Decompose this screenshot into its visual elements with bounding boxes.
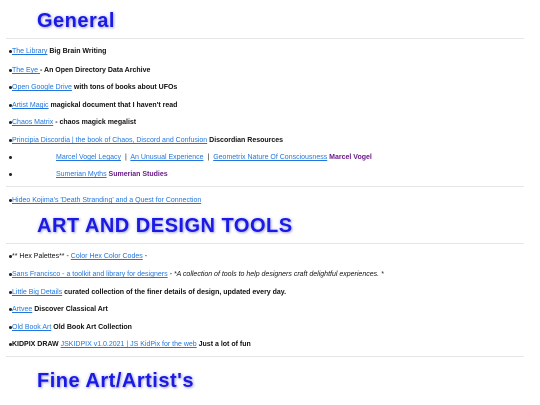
link-death-stranding[interactable]: Hideo Kojima's 'Death Stranding' and a Q…: [12, 197, 201, 204]
list-item: The Eye - An Open Directory Data Archive: [8, 66, 151, 75]
item-description: Discordian Resources: [209, 137, 284, 144]
link-color-hex[interactable]: Color Hex Color Codes: [71, 253, 143, 260]
list-item: Principia Discordia | the book of Chaos,…: [8, 136, 284, 145]
item-description: - chaos magick megalist: [55, 119, 137, 126]
link-open-google-drive[interactable]: Open Google Drive: [12, 84, 72, 91]
link-the-library[interactable]: The Library: [12, 48, 47, 55]
divider: [6, 186, 524, 187]
link-unusual-experience[interactable]: An Unusual Experience: [130, 154, 203, 161]
divider: [6, 38, 524, 39]
link-marcel-vogel-legacy[interactable]: Marcel Vogel Legacy: [56, 154, 121, 161]
item-description: - An Open Directory Data Archive: [40, 67, 151, 74]
link-geometrix[interactable]: Geometrix Nature Of Consciousness: [213, 154, 327, 161]
list-item: Sans Francisco - a toolkit and library f…: [9, 270, 384, 279]
item-description: Just a lot of fun: [198, 341, 251, 348]
divider: [6, 356, 524, 357]
link-little-big-details[interactable]: Little Big Details: [12, 289, 62, 296]
list-item: Hideo Kojima's 'Death Stranding' and a Q…: [8, 196, 201, 205]
item-description: - *A collection of tools to help designe…: [169, 271, 384, 278]
link-artist-magic[interactable]: Artist Magic: [12, 102, 49, 109]
item-prefix: ** Hex Palettes** -: [12, 253, 69, 260]
item-description: magickal document that I haven't read: [50, 102, 178, 109]
section-title-fine-art: Fine Art/Artist's: [37, 370, 194, 392]
list-item: Artvee Discover Classical Art: [9, 305, 108, 314]
list-item: Open Google Drive with tons of books abo…: [8, 83, 178, 92]
list-item: Artist Magic magickal document that I ha…: [8, 101, 178, 110]
list-item: The Library Big Brain Writing: [8, 47, 107, 56]
item-description: Big Brain Writing: [49, 48, 107, 55]
link-principia-discordia[interactable]: Principia Discordia | the book of Chaos,…: [12, 137, 207, 144]
separator: |: [207, 154, 210, 161]
link-old-book-art[interactable]: Old Book Art: [12, 324, 51, 331]
link-jskidpix[interactable]: JSKIDPIX v1.0.2021 | JS KidPix for the w…: [61, 341, 197, 348]
link-artvee[interactable]: Artvee: [12, 306, 32, 313]
divider: [6, 243, 524, 244]
list-item: Marcel Vogel Legacy | An Unusual Experie…: [9, 153, 372, 162]
section-title-art-design-tools: ART AND DESIGN TOOLS: [37, 215, 293, 237]
list-item: Little Big Details curated collection of…: [8, 288, 287, 297]
separator: |: [124, 154, 127, 161]
link-the-eye[interactable]: The Eye: [12, 67, 40, 74]
link-chaos-matrix[interactable]: Chaos Matrix: [12, 119, 53, 126]
list-item: KIDPIX DRAW JSKIDPIX v1.0.2021 | JS KidP…: [9, 340, 251, 349]
item-description: curated collection of the finer details …: [64, 289, 287, 296]
list-item: Old Book Art Old Book Art Collection: [9, 323, 132, 332]
item-description: Old Book Art Collection: [53, 324, 132, 331]
item-description: with tons of books about UFOs: [73, 84, 178, 91]
item-description: Marcel Vogel: [329, 154, 372, 161]
link-sumerian-myths[interactable]: Sumerian Myths: [56, 171, 107, 178]
item-description: Discover Classical Art: [34, 306, 108, 313]
item-suffix: -: [144, 253, 148, 260]
list-item: Sumerian Myths Sumerian Studies: [9, 170, 168, 179]
list-item: ** Hex Palettes** - Color Hex Color Code…: [8, 252, 148, 261]
section-title-general: General: [37, 10, 115, 32]
item-description: Sumerian Studies: [108, 171, 168, 178]
item-prefix: KIDPIX DRAW: [12, 341, 59, 348]
link-sans-francisco[interactable]: Sans Francisco - a toolkit and library f…: [12, 271, 168, 278]
list-item: Chaos Matrix - chaos magick megalist: [8, 118, 137, 127]
